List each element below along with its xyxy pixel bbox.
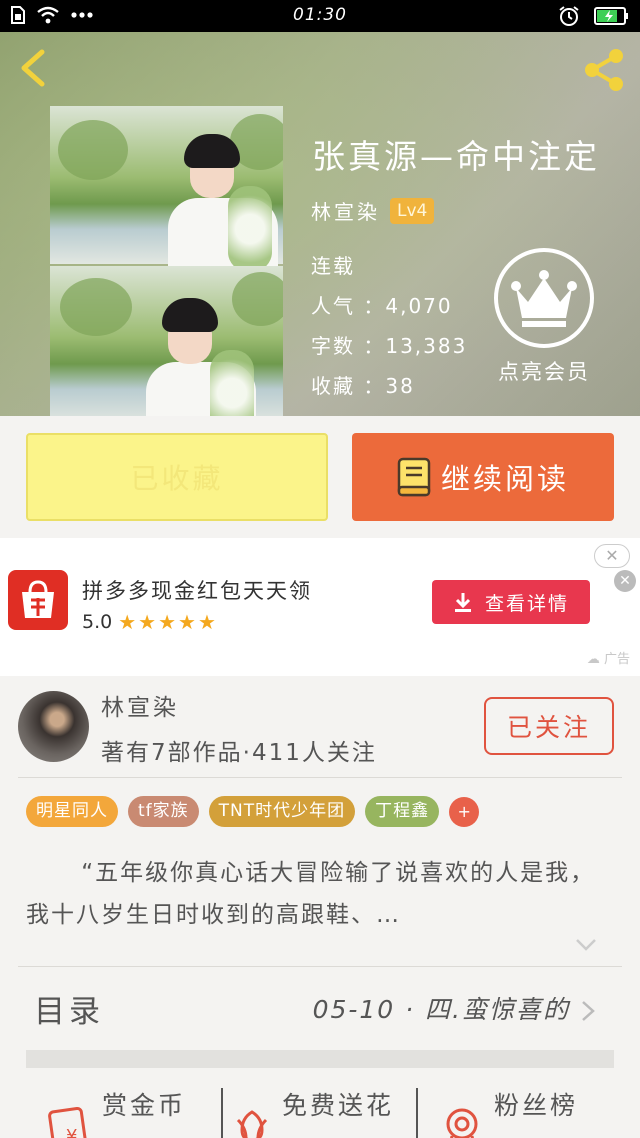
bottom-actions: ¥ 赏金币 免费送花 粉丝榜 <box>0 1086 640 1138</box>
tag-item[interactable]: tf家族 <box>128 796 199 827</box>
author-row: 林宣染 Lv4 <box>311 196 435 225</box>
ad-rating-value: 5.0 <box>82 611 113 633</box>
vip-label[interactable]: 点亮会员 <box>486 356 602 386</box>
send-flower-button[interactable]: 免费送花 <box>232 1086 394 1138</box>
chevron-down-icon[interactable] <box>574 936 598 954</box>
reward-coin-label: 赏金币 <box>102 1091 187 1120</box>
ad-rating: 5.0 ★★★★★ <box>82 610 218 634</box>
serial-status: 连载 <box>311 254 355 278</box>
reward-coin-button[interactable]: ¥ 赏金币 <box>48 1086 186 1138</box>
svg-text:¥: ¥ <box>66 1126 77 1138</box>
level-badge: Lv4 <box>390 197 435 224</box>
author-works-info: 著有7部作品·411人关注 <box>101 740 377 766</box>
status-right <box>558 5 630 27</box>
toc-label[interactable]: 目录 <box>34 986 104 1031</box>
book-icon <box>397 457 431 497</box>
cover-panel-top <box>50 106 283 278</box>
tag-list: 明星同人 tf家族 TNT时代少年团 丁程鑫 + <box>26 796 480 827</box>
continue-reading-label: 继续阅读 <box>440 462 569 496</box>
cover-panel-bottom <box>50 266 283 416</box>
flower-icon <box>236 1110 268 1138</box>
share-icon[interactable] <box>580 46 628 94</box>
add-tag-button[interactable]: + <box>449 796 480 827</box>
word-count-stat: 字数 ：13,383 <box>311 334 468 358</box>
ad-title: 拼多多现金红包天天领 <box>82 579 312 603</box>
pinduoduo-logo-icon <box>8 570 68 630</box>
ad-tag-label: 广告 <box>603 652 630 667</box>
divider <box>221 1088 223 1138</box>
book-author[interactable]: 林宣染 <box>311 196 380 225</box>
collected-button[interactable]: 已收藏 <box>26 433 328 521</box>
divider <box>18 966 622 967</box>
ad-banner[interactable]: ✕ ✕ 拼多多现金红包天天领 5.0 ★★★★★ 查看详情 ☁ 广告 <box>0 538 640 676</box>
cloud-icon: ☁ <box>586 652 600 667</box>
ad-close-pill[interactable]: ✕ <box>594 544 630 568</box>
back-arrow-icon[interactable] <box>14 46 58 90</box>
ad-details-label: 查看详情 <box>484 592 569 615</box>
popularity-stat: 人气 ：4,070 <box>311 294 453 318</box>
tag-item[interactable]: 丁程鑫 <box>365 796 440 827</box>
book-title: 张真源—命中注定 <box>312 137 600 176</box>
author-avatar[interactable] <box>18 691 89 762</box>
download-icon <box>454 593 471 612</box>
collected-label: 已收藏 <box>130 462 224 495</box>
fans-rank-label: 粉丝榜 <box>494 1091 579 1120</box>
send-flower-label: 免费送花 <box>282 1091 395 1120</box>
divider <box>18 777 622 778</box>
author-name[interactable]: 林宣染 <box>101 688 179 722</box>
divider <box>416 1088 418 1138</box>
crown-icon <box>511 270 577 327</box>
follow-label: 已关注 <box>506 713 591 742</box>
favorites-stat: 收藏 ：38 <box>311 374 415 398</box>
medal-icon <box>446 1108 478 1138</box>
book-cover[interactable] <box>50 106 283 416</box>
vip-button[interactable] <box>494 248 594 348</box>
tag-item[interactable]: TNT时代少年团 <box>208 796 356 827</box>
status-bar: 01:30 <box>0 0 640 32</box>
section-separator <box>26 1050 614 1068</box>
ad-tag: ☁ 广告 <box>587 648 630 667</box>
toc-latest-chapter[interactable]: 05-10 · 四.蛮惊喜的 <box>313 990 570 1026</box>
ad-close-button[interactable]: ✕ <box>614 570 636 592</box>
chevron-right-icon[interactable] <box>580 1000 596 1022</box>
ad-details-button[interactable]: 查看详情 <box>432 580 590 624</box>
continue-reading-button[interactable]: 继续阅读 <box>352 433 614 521</box>
book-synopsis[interactable]: “五年级你真心话大冒险输了说喜欢的人是我，我十八岁生日时收到的高跟鞋、… <box>26 852 606 936</box>
battery-icon <box>594 7 628 25</box>
status-time: 01:30 <box>293 5 347 25</box>
star-rating-icon: ★★★★★ <box>118 610 218 634</box>
gold-coin-icon: ¥ <box>48 1107 88 1138</box>
tag-item[interactable]: 明星同人 <box>26 796 118 827</box>
book-header: 张真源—命中注定 林宣染 Lv4 连载 人气 ：4,070 字数 ：13,383… <box>0 32 640 416</box>
fans-rank-button[interactable]: 粉丝榜 <box>440 1086 578 1138</box>
follow-button[interactable]: 已关注 <box>484 697 614 755</box>
alarm-icon <box>559 6 579 26</box>
